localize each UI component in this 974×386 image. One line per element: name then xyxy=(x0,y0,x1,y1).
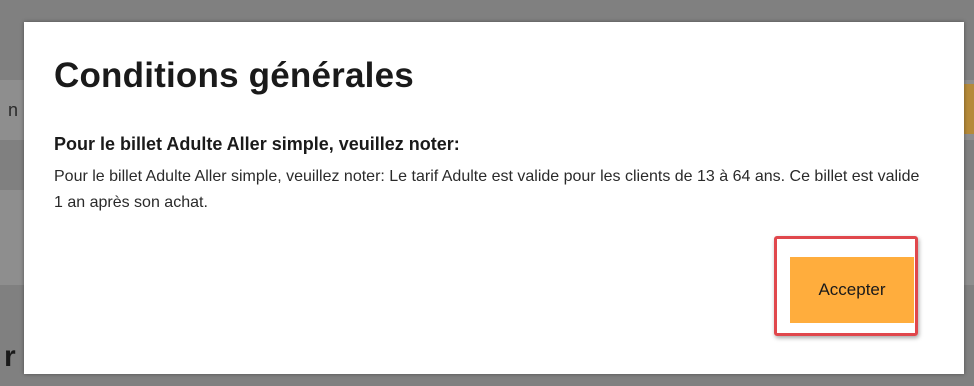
dialog-subtitle: Pour le billet Adulte Aller simple, veui… xyxy=(54,134,460,154)
background-text-fragment-2: r xyxy=(4,340,16,373)
background-button-fragment xyxy=(964,84,974,134)
accept-button[interactable]: Accepter xyxy=(790,257,914,323)
dialog-title: Conditions générales xyxy=(54,56,414,95)
background-text-fragment: n xyxy=(8,100,19,120)
dialog-body-text: Pour le billet Adulte Aller simple, veui… xyxy=(54,168,920,211)
